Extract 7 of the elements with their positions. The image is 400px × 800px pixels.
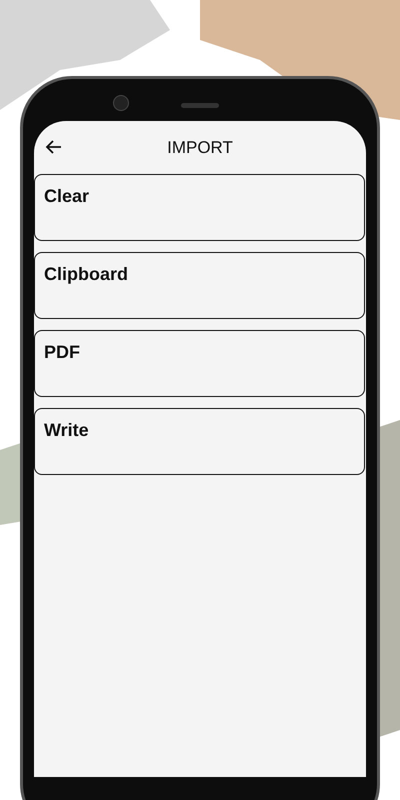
speaker-grille xyxy=(181,103,219,108)
import-option-card[interactable]: Clear xyxy=(34,174,365,241)
import-option-card[interactable]: Clipboard xyxy=(34,252,365,319)
screen-title: IMPORT xyxy=(167,136,233,159)
import-option-card[interactable]: Write xyxy=(34,408,365,475)
import-option-card[interactable]: PDF xyxy=(34,330,365,397)
camera-icon xyxy=(113,95,129,111)
